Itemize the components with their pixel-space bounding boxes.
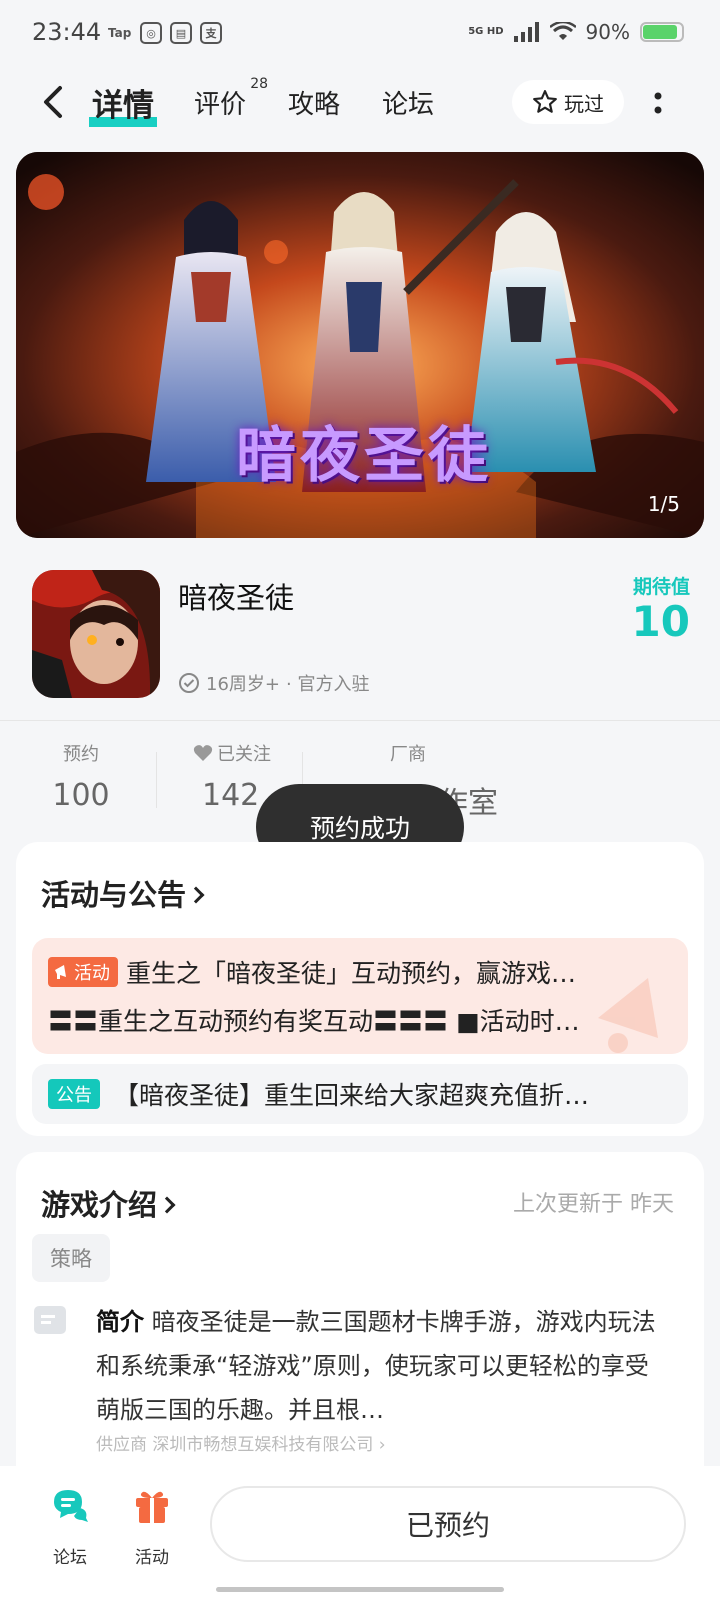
notification-icon: ◎	[140, 22, 162, 44]
star-icon	[533, 90, 557, 113]
tab-guides[interactable]: 攻略	[288, 84, 340, 121]
activity-item[interactable]: 活动 重生之「暗夜圣徒」互动预约，赢游戏… 〓〓重生之互动预约有奖互动〓〓〓 ■…	[32, 938, 688, 1054]
megaphone-icon	[55, 965, 66, 979]
check-circle-icon	[179, 673, 199, 693]
intro-body: 暗夜圣徒是一款三国题材卡牌手游，游戏内玩法和系统秉承“轻游戏”原则，使玩家可以更…	[96, 1308, 656, 1424]
reserved-button[interactable]: 已预约	[210, 1486, 686, 1562]
more-icon[interactable]	[648, 86, 668, 122]
activity-tag-label: 活动	[74, 963, 110, 984]
reviews-count-badge: 28	[250, 76, 269, 92]
chevron-right-icon	[187, 886, 205, 904]
game-icon	[32, 570, 160, 698]
forum-button[interactable]: 论坛	[40, 1486, 100, 1568]
top-nav: 详情 评价 28 攻略 论坛 玩过	[0, 72, 720, 136]
intro-card: 游戏介绍 上次更新于 昨天 策略 简介 暗夜圣徒是一款三国题材卡牌手游，游戏内玩…	[16, 1152, 704, 1492]
wifi-icon	[549, 22, 576, 40]
notice-title: 【暗夜圣徒】重生回来给大家超爽充值折…	[114, 1081, 590, 1110]
chat-bubble-icon	[54, 1490, 88, 1522]
supplier-label: 供应商 深圳市畅想互娱科技有限公司	[96, 1435, 374, 1455]
back-icon[interactable]	[36, 82, 72, 122]
stat-label: 厂商	[390, 744, 426, 765]
divider	[0, 720, 720, 721]
age-rating: 16周岁+	[206, 674, 280, 695]
genre-tag[interactable]: 策略	[32, 1234, 110, 1282]
intro-heading: 简介	[96, 1308, 144, 1336]
activity-label: 活动	[135, 1548, 169, 1568]
network-label: 5G HD	[468, 26, 504, 37]
expect-label: 期待值	[632, 576, 690, 598]
intro-text[interactable]: 简介 暗夜圣徒是一款三国题材卡牌手游，游戏内玩法和系统秉承“轻游戏”原则，使玩家…	[96, 1300, 666, 1432]
supplier-link[interactable]: 供应商 深圳市畅想互娱科技有限公司 ›	[96, 1430, 386, 1455]
sim-icon: ▤	[170, 22, 192, 44]
stat-value: 100	[52, 778, 110, 813]
tab-details[interactable]: 详情	[89, 80, 157, 127]
banner-counter: 1/5	[647, 492, 680, 516]
activity-tag: 活动	[48, 957, 118, 987]
battery-percent: 90%	[585, 20, 630, 44]
tab-reviews-label: 评价	[194, 90, 247, 120]
status-time: 23:44	[32, 18, 102, 46]
activity-button[interactable]: 活动	[122, 1486, 182, 1568]
activities-card: 活动与公告 活动 重生之「暗夜圣徒」互动预约，赢游戏… 〓〓重生之互动预约有奖互…	[16, 842, 704, 1136]
last-updated: 上次更新于 昨天	[513, 1192, 674, 1217]
tab-forum[interactable]: 论坛	[382, 84, 434, 121]
alipay-icon: 支	[200, 22, 222, 44]
banner-title-art: 暗夜圣徒	[236, 421, 492, 491]
divider	[156, 752, 157, 808]
heart-icon	[193, 745, 213, 761]
intro-title-label: 游戏介绍	[41, 1188, 158, 1222]
game-meta: 16周岁+ · 官方入驻	[178, 670, 369, 696]
activity-desc: 〓〓重生之互动预约有奖互动〓〓〓 ■活动时…	[48, 1007, 580, 1036]
played-button[interactable]: 玩过	[512, 80, 624, 124]
status-bar: 23:44 Tap ◎ ▤ 支 5G HD 90%	[0, 0, 720, 66]
megaphone-watermark-icon	[598, 978, 658, 1053]
forum-label: 论坛	[53, 1548, 87, 1568]
activities-title-label: 活动与公告	[41, 878, 187, 912]
document-icon	[34, 1306, 66, 1334]
game-title: 暗夜圣徒	[178, 581, 295, 615]
battery-icon	[640, 22, 684, 42]
notice-item[interactable]: 公告 【暗夜圣徒】重生回来给大家超爽充值折…	[32, 1064, 688, 1124]
notice-tag: 公告	[48, 1079, 100, 1109]
chevron-right-icon	[158, 1196, 176, 1214]
intro-title[interactable]: 游戏介绍	[41, 1182, 176, 1224]
tab-reviews[interactable]: 评价 28	[194, 76, 268, 121]
stat-label: 已关注	[217, 744, 271, 765]
stat-reservations: 预约 100	[40, 740, 122, 813]
expect-value: 10	[631, 597, 690, 646]
home-indicator[interactable]	[216, 1587, 504, 1592]
activity-title: 重生之「暗夜圣徒」互动预约，赢游戏…	[126, 959, 577, 988]
taptap-icon: Tap	[108, 26, 132, 40]
played-label: 玩过	[564, 91, 604, 116]
signal-icon	[513, 22, 539, 42]
activities-title[interactable]: 活动与公告	[41, 872, 205, 914]
game-avatar-art	[32, 570, 160, 698]
gift-icon	[136, 1491, 168, 1523]
official-label: · 官方入驻	[286, 674, 370, 695]
banner-carousel[interactable]: 暗夜圣徒 1/5	[16, 152, 704, 538]
stat-label: 预约	[63, 744, 99, 765]
bottom-bar: 论坛 活动 已预约	[0, 1466, 720, 1600]
